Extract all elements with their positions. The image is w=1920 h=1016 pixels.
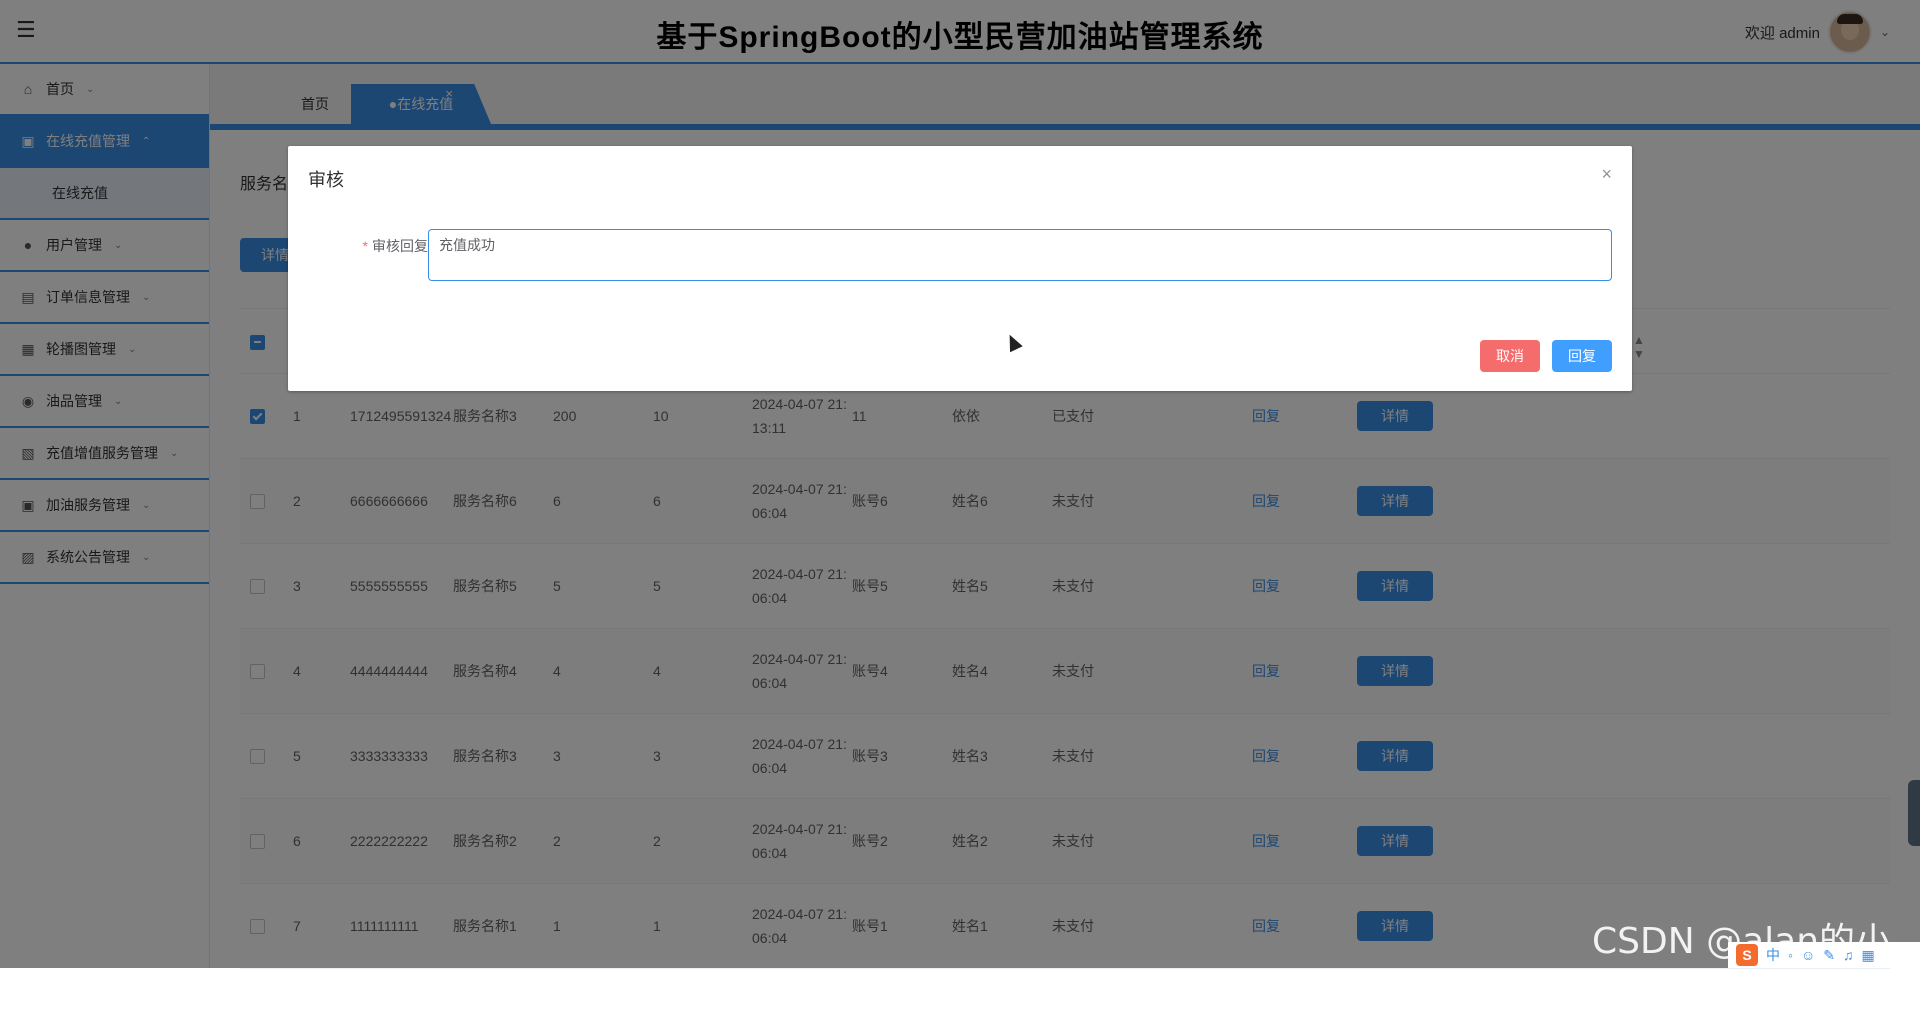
punctuation-icon[interactable]: ◦: [1788, 947, 1793, 963]
ime-lang-toggle[interactable]: 中: [1766, 945, 1780, 965]
reply-button[interactable]: 回复: [1552, 340, 1612, 372]
cancel-button[interactable]: 取消: [1480, 340, 1540, 372]
ime-toolbar: S 中 ◦ ☺ ✎ ♫ ▦: [1728, 942, 1920, 968]
pen-icon[interactable]: ✎: [1823, 947, 1835, 964]
emoji-icon[interactable]: ☺: [1801, 947, 1815, 963]
review-dialog: 审核 × *审核回复 取消 回复: [288, 146, 1632, 391]
close-icon[interactable]: ×: [1601, 164, 1612, 185]
review-reply-textarea[interactable]: [428, 229, 1612, 281]
review-reply-label: * 审核回复: [348, 236, 428, 256]
dialog-title: 审核: [308, 170, 344, 190]
grid-icon[interactable]: ▦: [1862, 947, 1875, 964]
mic-icon[interactable]: ♫: [1843, 947, 1854, 963]
field-label: 审核回复: [372, 238, 428, 254]
required-mark: *: [362, 238, 368, 254]
ime-logo-icon[interactable]: S: [1736, 944, 1758, 966]
side-drawer-handle[interactable]: [1908, 780, 1920, 846]
